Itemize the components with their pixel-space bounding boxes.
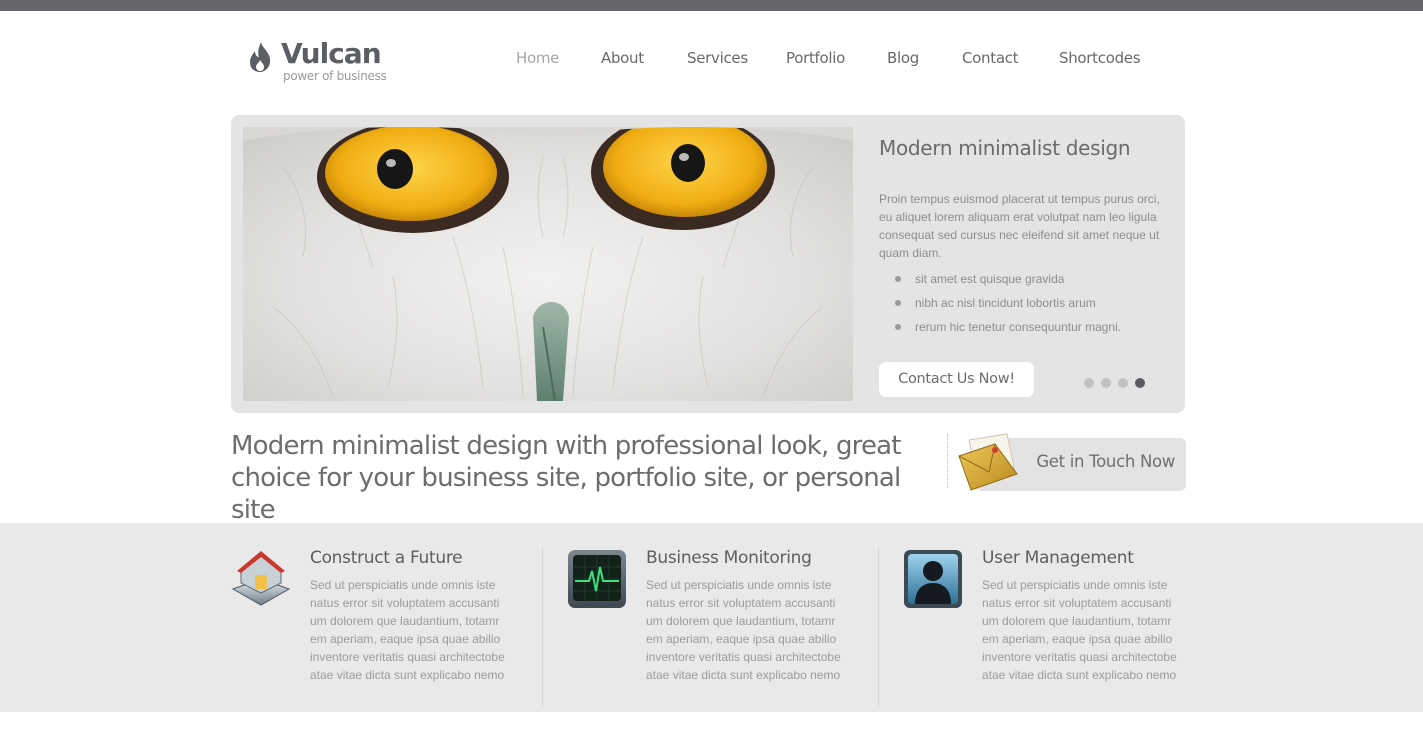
house-icon [231,551,291,606]
envelope-icon [958,433,1018,491]
nav-portfolio[interactable]: Portfolio [786,49,845,67]
logo[interactable]: Vulcan power of business [248,37,388,88]
monitor-icon [568,550,626,608]
nav-shortcodes[interactable]: Shortcodes [1059,49,1141,67]
slide-dot-3[interactable] [1118,378,1128,388]
nav-blog[interactable]: Blog [887,49,919,67]
intro-tagline: Modern minimalist design with profession… [231,431,902,525]
user-icon [904,550,962,608]
slide-image [243,127,853,401]
feature-construct: Construct a Future Sed ut perspiciatis u… [231,523,551,712]
hero-slider: Modern minimalist design Proin tempus eu… [231,115,1185,413]
slide-dot-1[interactable] [1084,378,1094,388]
contact-us-button[interactable]: Contact Us Now! [879,362,1034,397]
feature-user-management: User Management Sed ut perspiciatis unde… [903,523,1223,712]
nav-home[interactable]: Home [516,49,559,67]
feature-title: User Management [982,548,1134,568]
nav-about[interactable]: About [601,49,644,67]
divider [947,434,948,488]
feature-monitoring: Business Monitoring Sed ut perspiciatis … [567,523,887,712]
feature-body: Sed ut perspiciatis unde omnis iste natu… [646,578,841,682]
divider [878,548,879,706]
feature-body: Sed ut perspiciatis unde omnis iste natu… [982,578,1177,682]
brand-name: Vulcan [281,37,382,70]
feature-title: Construct a Future [310,548,463,568]
list-item: rerum hic tenetur consequuntur magni. [879,315,1121,339]
slide-title: Modern minimalist design [879,136,1131,160]
slide-dot-2[interactable] [1101,378,1111,388]
slide-bullets: sit amet est quisque gravida nibh ac nis… [879,267,1121,339]
get-in-touch-label: Get in Touch Now [1036,452,1175,471]
brand-tagline: power of business [283,69,387,83]
feature-body: Sed ut perspiciatis unde omnis iste natu… [310,578,505,682]
owl-image [243,127,853,401]
nav-contact[interactable]: Contact [962,49,1019,67]
slide-dot-4[interactable] [1135,378,1145,388]
divider [542,548,543,706]
list-item: nibh ac nisl tincidunt lobortis arum [879,291,1121,315]
nav-services[interactable]: Services [687,49,748,67]
feature-title: Business Monitoring [646,548,812,568]
features-section: Construct a Future Sed ut perspiciatis u… [0,523,1423,712]
slide-body: Proin tempus euismod placerat ut tempus … [879,192,1160,260]
top-bar [0,0,1423,11]
flame-icon [250,42,271,72]
list-item: sit amet est quisque gravida [879,267,1121,291]
